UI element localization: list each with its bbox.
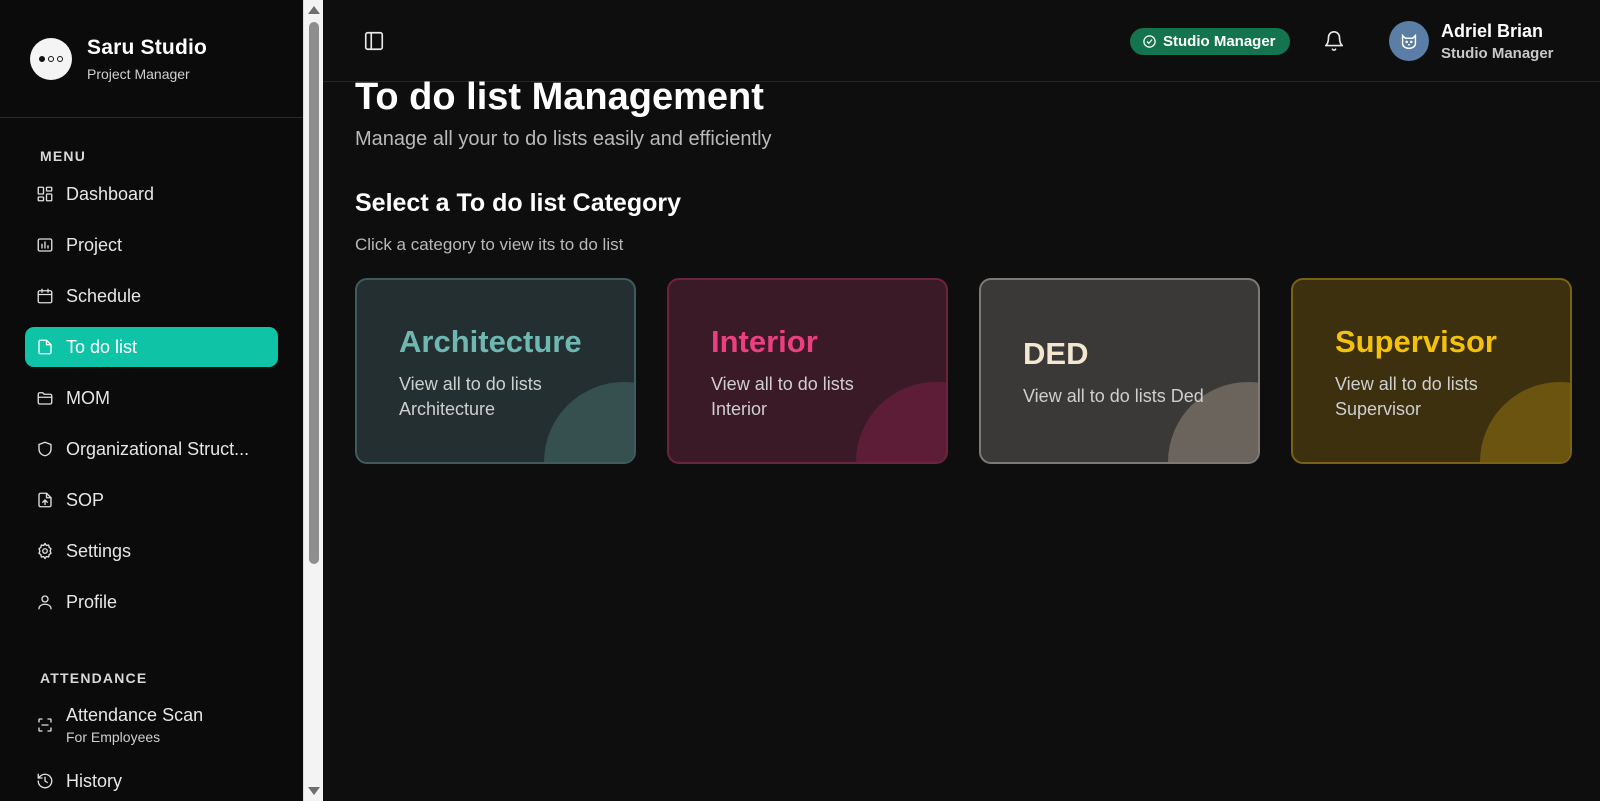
sidebar-item-label: MOM bbox=[66, 387, 110, 408]
sidebar-item-label: Organizational Struct... bbox=[66, 438, 250, 459]
sidebar-item-sop[interactable]: SOP bbox=[25, 480, 278, 520]
sidebar-item-label: Dashboard bbox=[66, 183, 155, 204]
folder-icon bbox=[36, 389, 54, 407]
sidebar-item-label: SOP bbox=[66, 489, 105, 510]
user-icon bbox=[36, 593, 54, 611]
calendar-icon bbox=[36, 287, 54, 305]
sidebar-item-dashboard[interactable]: Dashboard bbox=[25, 174, 278, 214]
user-role: Studio Manager bbox=[1441, 45, 1554, 62]
card-title: DED bbox=[1023, 336, 1089, 371]
category-card-architecture[interactable]: Architecture View all to do lists Archit… bbox=[355, 278, 636, 464]
sidebar-scrollbar[interactable] bbox=[303, 0, 323, 801]
brand[interactable]: Saru Studio Project Manager bbox=[0, 0, 303, 118]
sidebar-item-project[interactable]: Project bbox=[25, 225, 278, 265]
menu-section-title: MENU bbox=[40, 148, 87, 164]
page-subtitle: Manage all your to do lists easily and e… bbox=[355, 128, 772, 150]
category-card-supervisor[interactable]: Supervisor View all to do lists Supervis… bbox=[1291, 278, 1572, 464]
brand-logo-icon bbox=[30, 37, 72, 80]
role-badge-label: Studio Manager bbox=[1163, 33, 1276, 50]
file-upload-icon bbox=[36, 491, 54, 509]
sidebar-item-organizational-structure[interactable]: Organizational Struct... bbox=[25, 429, 278, 469]
user-name[interactable]: Adriel Brian bbox=[1441, 21, 1543, 42]
sidebar-item-label: To do list bbox=[66, 336, 138, 357]
section-subtitle: Click a category to view its to do list bbox=[355, 235, 624, 254]
gear-icon bbox=[36, 542, 54, 560]
sidebar-item-label: Schedule bbox=[66, 285, 142, 306]
avatar[interactable] bbox=[1389, 21, 1429, 61]
category-card-interior[interactable]: Interior View all to do lists Interior bbox=[667, 278, 948, 464]
sidebar-item-profile[interactable]: Profile bbox=[25, 582, 278, 622]
scrollbar-thumb[interactable] bbox=[309, 22, 319, 564]
sidebar: Saru Studio Project Manager MENU Dashboa… bbox=[0, 0, 303, 801]
sidebar-item-to-do-list[interactable]: To do list bbox=[25, 327, 278, 367]
sidebar-item-label: History bbox=[66, 770, 123, 791]
attendance-section-title: ATTENDANCE bbox=[40, 670, 148, 686]
sidebar-item-sublabel: For Employees bbox=[66, 729, 161, 745]
sidebar-item-history[interactable]: History bbox=[25, 761, 278, 801]
page-title: To do list Management bbox=[355, 76, 764, 118]
card-description: View all to do lists Supervisor bbox=[1335, 374, 1478, 419]
scroll-down-arrow-icon[interactable] bbox=[308, 787, 320, 795]
sidebar-item-settings[interactable]: Settings bbox=[25, 531, 278, 571]
card-title: Interior bbox=[711, 324, 818, 359]
check-circle-icon bbox=[1143, 35, 1156, 48]
card-description: View all to do lists Interior bbox=[711, 374, 854, 419]
app-root: Saru Studio Project Manager MENU Dashboa… bbox=[0, 0, 1600, 801]
card-title: Supervisor bbox=[1335, 324, 1497, 359]
cat-face-icon bbox=[1401, 33, 1417, 50]
section-title: Select a To do list Category bbox=[355, 189, 682, 217]
shield-icon bbox=[36, 440, 54, 458]
panel-left-icon bbox=[364, 31, 384, 51]
project-icon bbox=[36, 236, 54, 254]
sidebar-item-label: Settings bbox=[66, 540, 132, 561]
top-header: Studio Manager Adriel Brian Studio Manag… bbox=[323, 0, 1600, 82]
sidebar-item-label: Profile bbox=[66, 591, 118, 612]
scroll-up-arrow-icon[interactable] bbox=[308, 6, 320, 14]
file-icon bbox=[36, 338, 54, 356]
notifications-button[interactable] bbox=[1323, 30, 1345, 52]
card-description: View all to do lists Ded bbox=[1023, 386, 1204, 406]
role-badge: Studio Manager bbox=[1130, 28, 1290, 55]
bell-icon bbox=[1324, 31, 1344, 52]
dashboard-icon bbox=[36, 185, 54, 203]
main-content: To do list Management Manage all your to… bbox=[323, 76, 1600, 801]
scan-icon bbox=[36, 716, 54, 734]
sidebar-toggle-button[interactable] bbox=[363, 30, 385, 52]
history-icon bbox=[36, 772, 54, 790]
sidebar-item-mom[interactable]: MOM bbox=[25, 378, 278, 418]
brand-subtitle: Project Manager bbox=[87, 65, 190, 82]
card-title: Architecture bbox=[399, 324, 582, 359]
sidebar-item-label: Attendance Scan bbox=[66, 705, 204, 725]
sidebar-item-label: Project bbox=[66, 234, 123, 255]
category-card-ded[interactable]: DED View all to do lists Ded bbox=[979, 278, 1260, 464]
sidebar-item-schedule[interactable]: Schedule bbox=[25, 276, 278, 316]
card-description: View all to do lists Architecture bbox=[399, 374, 542, 419]
brand-name: Saru Studio bbox=[87, 35, 208, 59]
sidebar-item-attendance-scan[interactable]: Attendance Scan For Employees bbox=[25, 700, 278, 750]
